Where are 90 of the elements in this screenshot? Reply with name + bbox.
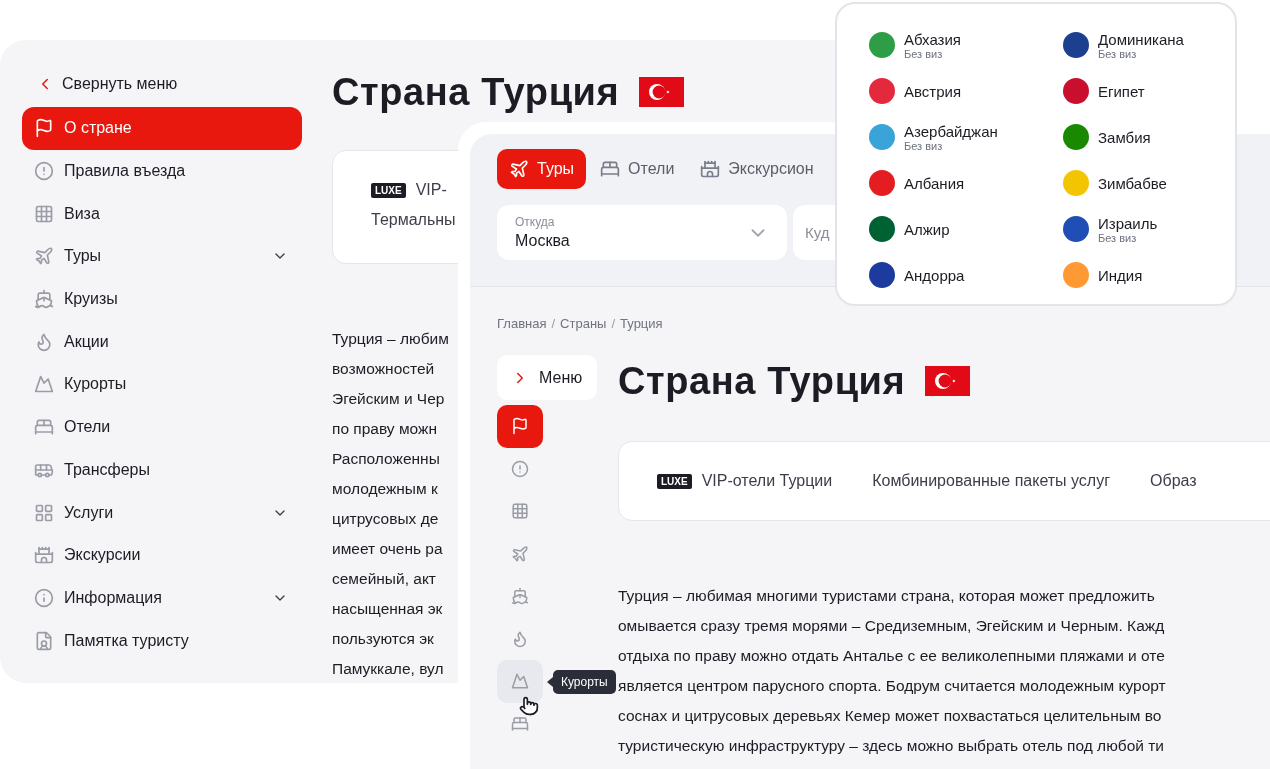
hand-cursor-icon <box>519 696 539 716</box>
tooltip-pointer <box>547 677 553 687</box>
card-link[interactable]: LUXE VIP- <box>371 181 458 199</box>
castle-icon <box>700 159 721 179</box>
sidebar-item[interactable]: Курорты <box>22 363 302 406</box>
alert-icon <box>34 161 54 182</box>
text-line: Эгейским и Чер <box>332 389 446 409</box>
country-option[interactable]: Азербайджан Без виз <box>869 114 1063 160</box>
breadcrumb-link[interactable]: Главная <box>497 316 547 331</box>
text-line: туристическую инфраструктуру – здесь можно выбрать отель под любой ти <box>618 736 1165 756</box>
sidebar-item[interactable]: Трансферы <box>22 448 302 492</box>
sidebar-item[interactable]: Круизы <box>22 277 302 321</box>
text-line: Турция – любимая многими туристами страна, которая может предложить <box>618 586 1156 606</box>
luxe-badge: LUXE <box>657 473 692 489</box>
page-title: Страна Турция <box>332 72 620 112</box>
text-line: Расположенны <box>332 449 441 469</box>
country-option[interactable]: Доминикана Без виз <box>1063 22 1215 68</box>
text-line: Памуккале, вул <box>332 659 445 679</box>
tab[interactable]: Экскурсион <box>688 149 826 189</box>
country-option[interactable]: Замбия <box>1063 114 1215 160</box>
flame-icon <box>34 331 54 352</box>
tooltip: Курорты <box>553 670 616 694</box>
country-option[interactable]: Абхазия Без виз <box>869 22 1063 68</box>
text-line: имеет очень ра <box>332 539 444 559</box>
flag-icon <box>639 77 685 107</box>
sidebar-item[interactable]: Виза <box>22 192 302 236</box>
text-line: по праву можн <box>332 419 438 439</box>
grid-icon <box>34 203 54 224</box>
menu-button[interactable]: Меню <box>497 355 597 400</box>
country-option[interactable]: Австрия <box>869 68 1063 114</box>
breadcrumb-link[interactable]: Страны <box>560 316 607 331</box>
country-option[interactable]: Индия <box>1063 252 1215 298</box>
text-line: отдыха по праву можно отдать Анталье с ее великолепными пляжами и оте <box>618 646 1166 666</box>
bed-icon <box>511 714 529 733</box>
country-option[interactable]: Зимбабве <box>1063 160 1215 206</box>
flag-icon <box>34 118 54 139</box>
bed-icon <box>600 159 621 179</box>
text-line: молодежным к <box>332 479 439 499</box>
luxe-badge: LUXE <box>371 182 406 198</box>
sidebar-item[interactable]: Экскурсии <box>22 533 302 577</box>
tab[interactable]: Туры <box>497 149 587 189</box>
country-option[interactable]: Алжир <box>869 206 1063 252</box>
sidebar-item[interactable]: Информация <box>22 576 302 620</box>
card-link[interactable]: Термальны <box>371 211 458 229</box>
plane-icon <box>509 159 529 179</box>
info-icon <box>34 587 54 608</box>
plane-icon <box>34 246 54 267</box>
text-line: пользуются эк <box>332 629 435 649</box>
tab[interactable]: Отели <box>588 149 687 189</box>
grid-icon <box>34 502 54 523</box>
collapse-menu-button[interactable]: Свернуть меню <box>22 64 178 104</box>
sidebar-item[interactable]: Отели <box>22 405 302 449</box>
text-line: омывается сразу тремя морями – Средиземным, Эгейским и Черным. Кажд <box>618 616 1166 636</box>
sidebar-item[interactable]: Памятка туристу <box>22 619 302 662</box>
sidebar-item[interactable]: Правила въезда <box>22 149 302 193</box>
grid-icon <box>511 502 529 521</box>
ship-icon <box>34 289 54 310</box>
ship-icon <box>511 587 529 606</box>
country-option[interactable]: Израиль Без виз <box>1063 206 1215 252</box>
mountain-icon <box>511 672 529 691</box>
document-icon <box>34 630 54 651</box>
text-line: Турция – любим <box>332 329 450 349</box>
plane-icon <box>511 544 529 563</box>
text-line: соснах и цитрусовых деревьях Кемер может похвастаться целительным во <box>618 706 1163 726</box>
from-field[interactable]: Откуда Москва <box>497 205 787 260</box>
text-line: цитрусовых де <box>332 509 440 529</box>
card-link[interactable]: LUXE VIP-отели Турции <box>657 472 833 490</box>
card-link[interactable]: Образ <box>1150 472 1197 490</box>
card-link[interactable]: Комбинированные пакеты услуг <box>872 472 1111 490</box>
sidebar-item[interactable]: Услуги <box>22 491 302 534</box>
breadcrumb-separator: / <box>551 316 556 331</box>
text-line: насыщенная эк <box>332 599 444 619</box>
flag-icon <box>511 417 529 436</box>
text-line: возможностей <box>332 359 436 379</box>
text-line: является центром парусного спорта. Бодрум считается молодежным курорт <box>618 676 1167 696</box>
breadcrumb-separator: / <box>611 316 616 331</box>
sidebar-item[interactable]: О стране <box>22 107 302 150</box>
sidebar-item[interactable]: Акции <box>22 320 302 364</box>
country-option[interactable]: Египет <box>1063 68 1215 114</box>
country-option[interactable]: Албания <box>869 160 1063 206</box>
text-line: семейный, акт <box>332 569 437 589</box>
mountain-icon <box>34 374 54 395</box>
alert-icon <box>511 459 529 478</box>
country-option[interactable]: Андорра <box>869 252 1063 298</box>
page-title: Страна Турция <box>618 361 906 401</box>
breadcrumb-link[interactable]: Турция <box>620 316 663 331</box>
flame-icon <box>511 629 529 648</box>
flag-icon <box>925 366 971 396</box>
castle-icon <box>34 545 54 566</box>
sidebar-item[interactable]: Туры <box>22 235 302 278</box>
